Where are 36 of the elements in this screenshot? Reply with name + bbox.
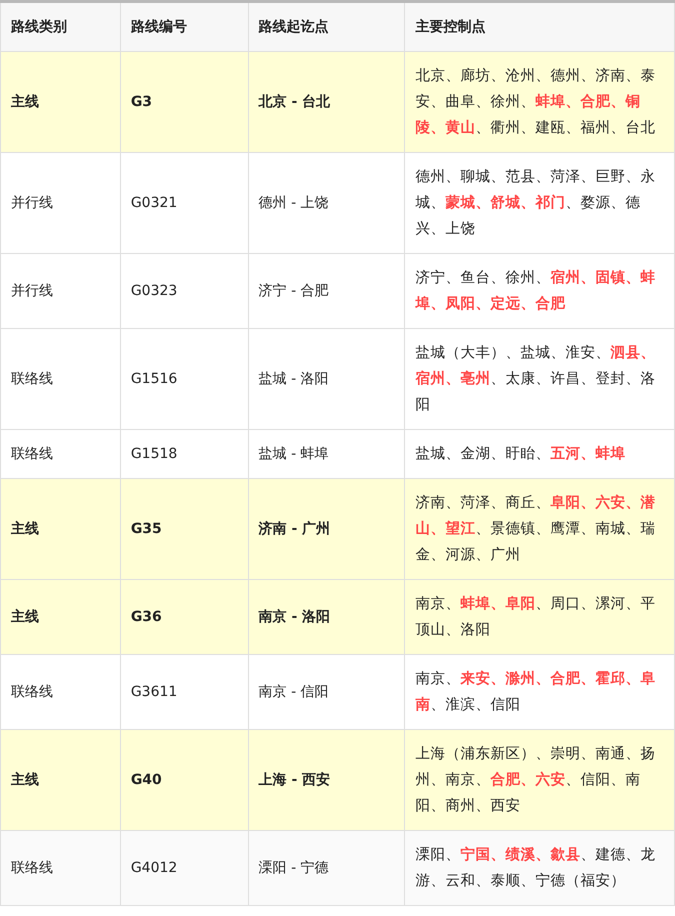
route-category-cell: 主线	[0, 730, 120, 830]
column-header: 路线类别	[0, 2, 120, 52]
route-category-cell: 联络线	[0, 328, 120, 430]
control-points-cell: 上海（浦东新区）、崇明、南通、扬州、南京、合肥、六安、信阳、南阳、商州、西安	[404, 730, 674, 830]
route-code-cell: G0321	[120, 152, 248, 254]
column-header: 路线编号	[120, 2, 248, 52]
control-points-cell: 济宁、鱼台、徐州、宿州、固镇、蚌埠、凤阳、定远、合肥	[404, 254, 674, 328]
control-points-cell: 北京、廊坊、沧州、德州、济南、泰安、曲阜、徐州、蚌埠、合肥、铜陵、黄山、衢州、建瓯、福州、台北	[404, 52, 674, 152]
route-endpoints-cell: 济南 - 广州	[248, 478, 405, 580]
route-endpoints-cell: 盐城 - 洛阳	[248, 328, 405, 430]
control-points-cell: 盐城（大丰）、盐城、淮安、泗县、宿州、亳州、太康、许昌、登封、洛阳	[404, 328, 674, 430]
route-code-cell: G0323	[120, 254, 248, 328]
route-endpoints-cell: 上海 - 西安	[248, 730, 405, 830]
route-code-cell: G1516	[120, 328, 248, 430]
control-points-cell: 溧阳、宁国、绩溪、歙县、建德、龙游、云和、泰顺、宁德（福安）	[404, 830, 674, 906]
route-endpoints-cell: 德州 - 上饶	[248, 152, 405, 254]
route-category-cell: 并行线	[0, 254, 120, 328]
route-endpoints-cell: 北京 - 台北	[248, 52, 405, 152]
route-code-cell: G35	[120, 478, 248, 580]
column-header: 主要控制点	[404, 2, 674, 52]
route-category-cell: 主线	[0, 52, 120, 152]
route-endpoints-cell: 南京 - 洛阳	[248, 580, 405, 654]
route-code-cell: G36	[120, 580, 248, 654]
route-category-cell: 主线	[0, 478, 120, 580]
route-code-cell: G3	[120, 52, 248, 152]
control-points-cell: 德州、聊城、范县、菏泽、巨野、永城、蒙城、舒城、祁门、婺源、德兴、上饶	[404, 152, 674, 254]
control-points-cell: 济南、菏泽、商丘、阜阳、六安、潜山、望江、景德镇、鹰潭、南城、瑞金、河源、广州	[404, 478, 674, 580]
route-endpoints-cell: 济宁 - 合肥	[248, 254, 405, 328]
route-category-cell: 主线	[0, 580, 120, 654]
route-category-cell: 并行线	[0, 152, 120, 254]
column-header: 路线起讫点	[248, 2, 405, 52]
route-code-cell: G40	[120, 730, 248, 830]
control-points-cell: 南京、蚌埠、阜阳、周口、漯河、平顶山、洛阳	[404, 580, 674, 654]
route-endpoints-cell: 溧阳 - 宁德	[248, 830, 405, 906]
route-category-cell: 联络线	[0, 830, 120, 906]
route-code-cell: G4012	[120, 830, 248, 906]
